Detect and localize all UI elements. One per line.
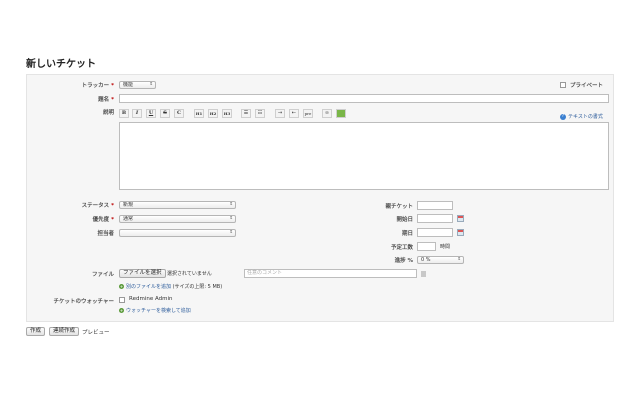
assignee-select[interactable]: ⇕	[119, 229, 236, 237]
unquote-icon[interactable]: ⇤	[289, 109, 299, 118]
chevron-down-icon: ⇕	[229, 230, 233, 235]
add-icon: +	[119, 308, 124, 313]
text-format-help[interactable]: ? テキストの書式	[560, 113, 603, 120]
page-title: 新しいチケット	[26, 59, 96, 70]
subject-input[interactable]	[119, 94, 609, 103]
chevron-down-icon: ⇕	[229, 216, 233, 221]
calendar-icon[interactable]	[457, 215, 464, 222]
subject-label: 題名 *	[98, 97, 114, 103]
tracker-label: トラッカー *	[81, 83, 114, 89]
tracker-select[interactable]: 機能 ⇕	[119, 81, 156, 89]
unordered-list-icon[interactable]: ☰	[241, 109, 251, 118]
image-icon[interactable]	[336, 109, 346, 118]
calendar-icon[interactable]	[457, 229, 464, 236]
create-button[interactable]: 作成	[26, 327, 46, 336]
private-checkbox[interactable]	[560, 82, 566, 88]
chevron-down-icon: ⇕	[457, 257, 461, 262]
choose-file-button[interactable]: ファイルを選択	[119, 269, 166, 278]
underline-button[interactable]: U	[146, 109, 156, 118]
due-date-label: 期日	[401, 231, 413, 237]
private-label: プライベート	[570, 83, 604, 89]
italic-button[interactable]: I	[132, 109, 142, 118]
priority-label: 優先度 *	[92, 217, 114, 223]
watcher-user: Redmine Admin	[129, 296, 173, 302]
due-date-input[interactable]	[417, 228, 453, 237]
add-another-file[interactable]: + 別のファイルを追加 (サイズの上限: 5 MB)	[119, 283, 222, 290]
preview-link[interactable]: プレビュー	[82, 328, 110, 336]
quote-icon[interactable]: ⇥	[275, 109, 285, 118]
description-textarea[interactable]	[119, 122, 609, 190]
start-date-input[interactable]	[417, 214, 453, 223]
watchers-label: チケットのウォッチャー	[53, 299, 114, 305]
assignee-label: 担当者	[97, 231, 114, 237]
watcher-checkbox[interactable]	[119, 297, 125, 303]
help-icon: ?	[560, 113, 566, 120]
ordered-list-icon[interactable]: ☷	[255, 109, 265, 118]
files-label: ファイル	[91, 272, 114, 278]
strikethrough-button[interactable]: S	[160, 109, 170, 118]
heading1-button[interactable]: H1	[194, 109, 204, 118]
file-comment-input[interactable]: 任意のコメント	[244, 269, 417, 278]
wiki-toolbar: B I U S C H1 H2 H3 ☰ ☷ ⇥ ⇤ pre ∞	[119, 109, 359, 119]
chevron-down-icon: ⇕	[229, 202, 233, 207]
parent-task-label: 親チケット	[385, 204, 413, 210]
code-button[interactable]: C	[174, 109, 184, 118]
create-continue-button[interactable]: 連続作成	[49, 327, 80, 336]
done-ratio-select[interactable]: 0 % ⇕	[417, 256, 464, 264]
bold-button[interactable]: B	[119, 109, 129, 118]
estimated-time-unit: 時間	[440, 244, 451, 250]
heading2-button[interactable]: H2	[208, 109, 218, 118]
done-ratio-label: 進捗 %	[394, 258, 413, 264]
link-icon[interactable]: ∞	[322, 109, 332, 118]
delete-icon[interactable]	[421, 271, 426, 277]
priority-select[interactable]: 通常 ⇕	[119, 215, 236, 223]
chevron-down-icon: ⇕	[149, 82, 153, 87]
pre-button[interactable]: pre	[303, 109, 313, 118]
status-select[interactable]: 新規 ⇕	[119, 201, 236, 209]
parent-task-input[interactable]	[417, 201, 453, 210]
estimated-time-input[interactable]	[417, 242, 436, 251]
start-date-label: 開始日	[396, 217, 413, 223]
heading3-button[interactable]: H3	[222, 109, 232, 118]
search-watchers-link[interactable]: + ウォッチャーを検索して追加	[119, 307, 191, 314]
add-icon: +	[119, 284, 124, 289]
description-label: 説明	[102, 110, 114, 116]
status-label: ステータス *	[81, 203, 114, 209]
no-file-text: 選択されていません	[167, 271, 212, 277]
estimated-time-label: 予定工数	[390, 245, 413, 251]
